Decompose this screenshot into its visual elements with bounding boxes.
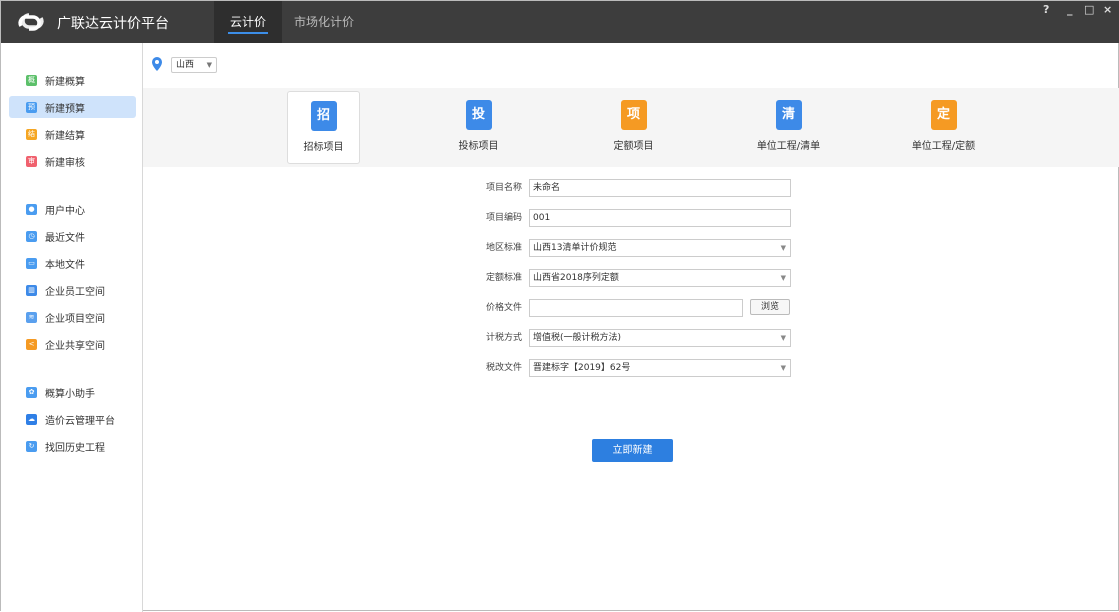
region-standard-value: 山西13清单计价规范 — [533, 243, 617, 253]
sidebar-item-estimate-assistant[interactable]: ✿ 概算小助手 — [9, 381, 136, 403]
chevron-down-icon: ▼ — [780, 244, 786, 252]
estimate-assistant-icon: ✿ — [26, 386, 37, 398]
unit-bill-icon: 清 — [775, 100, 802, 130]
sidebar-item-label: 新建概算 — [45, 76, 85, 88]
card-label: 单位工程/定额 — [911, 141, 976, 152]
enterprise-shared-space-icon: < — [26, 338, 37, 350]
maximize-button[interactable]: □ — [1084, 3, 1094, 16]
title-bar: 广联达云计价平台 云计价 市场化计价 ? _ □ × — [1, 1, 1119, 43]
region-standard-select[interactable]: 山西13清单计价规范 ▼ — [529, 239, 791, 257]
price-file-label: 价格文件 — [485, 303, 522, 313]
sidebar-item-label: 新建预算 — [45, 103, 85, 115]
sidebar-item-new-estimate[interactable]: 概新建概算 — [9, 69, 136, 91]
sidebar-item-enterprise-shared-space[interactable]: < 企业共享空间 — [9, 333, 136, 355]
sidebar-item-label: 造价云管理平台 — [45, 415, 115, 427]
tax-method-row: 计税方式 增值税(一般计税方法) ▼ — [461, 329, 801, 347]
tax-method-value: 增值税(一般计税方法) — [533, 333, 622, 343]
location-pin-icon — [152, 57, 162, 71]
project-name-row: 项目名称 未命名 — [461, 179, 801, 197]
sidebar-item-recover-history[interactable]: ↻ 找回历史工程 — [9, 435, 136, 457]
new-settlement-icon: 结 — [26, 128, 37, 140]
region-value: 山西 — [176, 60, 195, 70]
sidebar-item-user-center[interactable]: ● 用户中心 — [9, 198, 136, 220]
help-button[interactable]: ? — [1043, 3, 1049, 16]
tax-file-select[interactable]: 晋建标字【2019】62号 ▼ — [529, 359, 791, 377]
sidebar-item-label: 企业共享空间 — [45, 340, 105, 352]
browse-button[interactable]: 浏览 — [750, 299, 790, 315]
sidebar-item-cost-cloud-platform[interactable]: ☁ 造价云管理平台 — [9, 408, 136, 430]
quota-project-icon: 项 — [620, 100, 647, 130]
card-label: 定额项目 — [613, 141, 654, 152]
enterprise-staff-space-icon: ▥ — [26, 284, 37, 296]
price-file-input[interactable] — [529, 299, 743, 317]
recover-history-icon: ↻ — [26, 440, 37, 452]
tab-market-pricing[interactable]: 市场化计价 — [282, 1, 366, 43]
bid-invitation-icon: 招 — [310, 101, 337, 131]
project-code-label: 项目编码 — [485, 213, 522, 223]
card-label: 投标项目 — [458, 141, 499, 152]
sidebar-item-enterprise-project-space[interactable]: ≋ 企业项目空间 — [9, 306, 136, 328]
chevron-down-icon: ▼ — [780, 334, 786, 342]
user-center-icon: ● — [26, 203, 37, 215]
sidebar-item-enterprise-staff-space[interactable]: ▥ 企业员工空间 — [9, 279, 136, 301]
new-audit-icon: 审 — [26, 155, 37, 167]
bid-submission-icon: 投 — [465, 100, 492, 130]
region-standard-row: 地区标准 山西13清单计价规范 ▼ — [461, 239, 801, 257]
cost-cloud-platform-icon: ☁ — [26, 413, 37, 425]
card-label: 招标项目 — [303, 142, 344, 153]
price-file-row: 价格文件 浏览 — [461, 299, 801, 317]
card-label: 单位工程/清单 — [756, 141, 821, 152]
chevron-down-icon: ▼ — [780, 364, 786, 372]
sidebar-item-label: 找回历史工程 — [45, 442, 105, 454]
new-budget-icon: 预 — [26, 101, 37, 113]
unit-quota-icon: 定 — [930, 100, 957, 130]
tax-file-row: 税改文件 晋建标字【2019】62号 ▼ — [461, 359, 801, 377]
create-now-button[interactable]: 立即新建 — [592, 439, 673, 462]
recent-files-icon: ◷ — [26, 230, 37, 242]
sidebar-item-local-files[interactable]: ▭ 本地文件 — [9, 252, 136, 274]
card-unit-quota[interactable]: 定单位工程/定额 — [907, 91, 980, 164]
tax-file-value: 晋建标字【2019】62号 — [533, 363, 631, 373]
tax-method-select[interactable]: 增值税(一般计税方法) ▼ — [529, 329, 791, 347]
tax-method-label: 计税方式 — [485, 333, 522, 343]
sidebar-item-label: 新建结算 — [45, 130, 85, 142]
region-select[interactable]: 山西 ▼ — [171, 57, 217, 73]
sidebar-item-new-settlement[interactable]: 结新建结算 — [9, 123, 136, 145]
card-quota-project[interactable]: 项定额项目 — [597, 91, 670, 164]
project-code-row: 项目编码 001 — [461, 209, 801, 227]
card-unit-bill[interactable]: 清单位工程/清单 — [752, 91, 825, 164]
sidebar-item-recent-files[interactable]: ◷ 最近文件 — [9, 225, 136, 247]
sidebar-item-label: 企业员工空间 — [45, 286, 105, 298]
close-button[interactable]: × — [1103, 3, 1112, 16]
app-title: 广联达云计价平台 — [57, 16, 169, 32]
quota-standard-row: 定额标准 山西省2018序列定额 ▼ — [461, 269, 801, 287]
card-bid-submission[interactable]: 投投标项目 — [442, 91, 515, 164]
minimize-button[interactable]: _ — [1067, 3, 1073, 16]
sidebar-item-label: 概算小助手 — [45, 388, 95, 400]
card-bid-invitation[interactable]: 招招标项目 — [287, 91, 360, 164]
quota-standard-label: 定额标准 — [485, 273, 522, 283]
sidebar-item-label: 本地文件 — [45, 259, 85, 271]
sidebar-item-new-audit[interactable]: 审新建审核 — [9, 150, 136, 172]
chevron-down-icon: ▼ — [780, 274, 786, 282]
project-name-label: 项目名称 — [485, 183, 522, 193]
sidebar-item-label: 企业项目空间 — [45, 313, 105, 325]
sidebar-item-label: 用户中心 — [45, 205, 85, 217]
app-logo-icon — [18, 13, 44, 31]
project-name-input[interactable]: 未命名 — [529, 179, 791, 197]
chevron-down-icon: ▼ — [206, 61, 212, 69]
sidebar-item-label: 最近文件 — [45, 232, 85, 244]
tab-cloud-pricing[interactable]: 云计价 — [214, 1, 282, 43]
project-code-input[interactable]: 001 — [529, 209, 791, 227]
new-estimate-icon: 概 — [26, 74, 37, 86]
enterprise-project-space-icon: ≋ — [26, 311, 37, 323]
tax-file-label: 税改文件 — [485, 363, 522, 373]
sidebar-item-label: 新建审核 — [45, 157, 85, 169]
local-files-icon: ▭ — [26, 257, 37, 269]
sidebar-item-new-budget[interactable]: 预新建预算 — [9, 96, 136, 118]
project-type-bar: 招招标项目 投投标项目 项定额项目 清单位工程/清单 定单位工程/定额 — [143, 88, 1119, 167]
quota-standard-value: 山西省2018序列定额 — [533, 273, 619, 283]
quota-standard-select[interactable]: 山西省2018序列定额 ▼ — [529, 269, 791, 287]
region-standard-label: 地区标准 — [485, 243, 522, 253]
